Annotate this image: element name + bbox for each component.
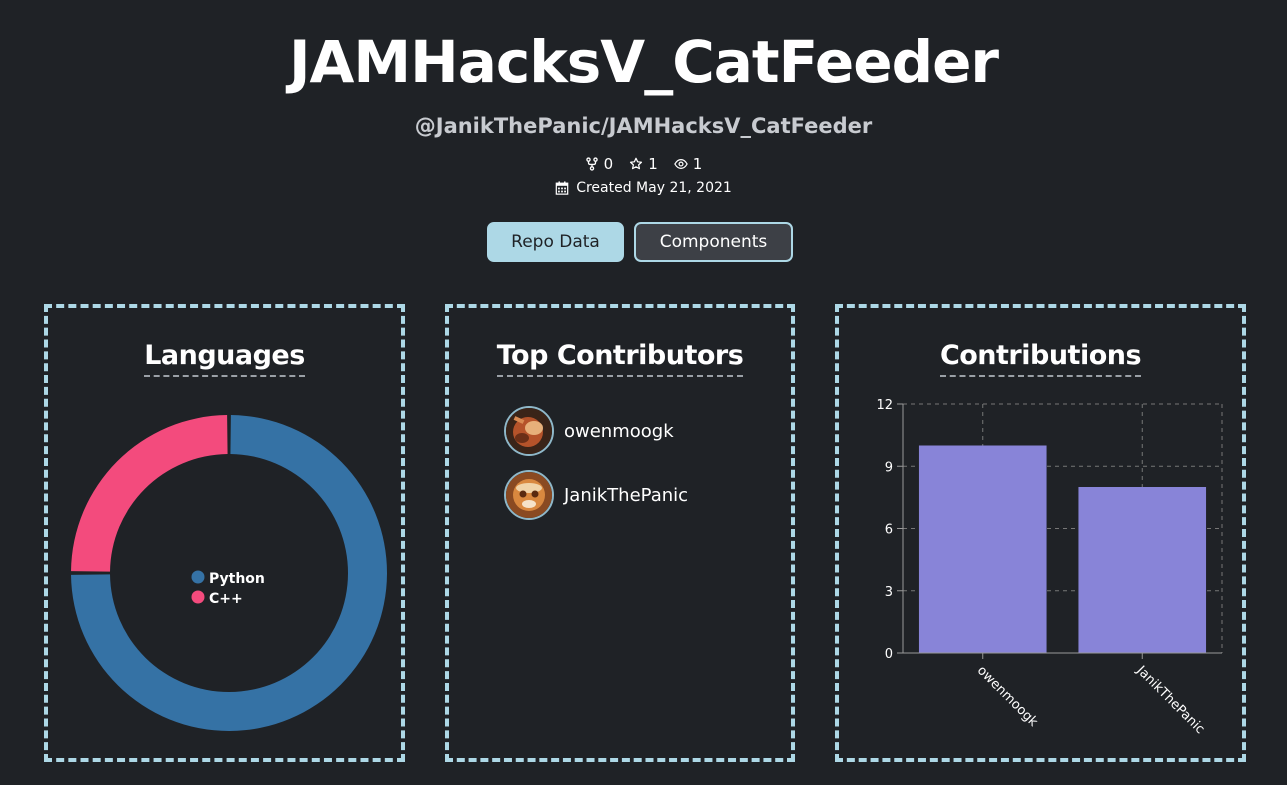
contributor-item[interactable]: JanikThePanic [504, 470, 688, 520]
bar-janikthepanic[interactable] [1078, 487, 1207, 653]
y-tick-label: 3 [885, 585, 893, 600]
tab-repo-data[interactable]: Repo Data [487, 222, 624, 262]
y-tick-label: 9 [885, 460, 893, 475]
stars-count: 1 [648, 155, 658, 173]
repo-full-name: @JanikThePanic/JAMHacksV_CatFeeder [414, 114, 873, 138]
fork-icon [585, 157, 598, 171]
star-icon [630, 157, 643, 170]
calendar-icon [555, 181, 569, 195]
legend-label: Python [209, 571, 265, 587]
legend-label: C++ [209, 591, 243, 607]
pie-slice-c[interactable] [71, 415, 228, 572]
bar-owenmoogk[interactable] [918, 445, 1047, 654]
contributions-panel: Contributions 0 3 6 9 12 owenmoogk JanikThePan… [835, 304, 1246, 762]
top-contributors-heading: Top Contributors [496, 340, 744, 377]
x-tick-label: JanikThePanic [1133, 663, 1208, 738]
contributor-name[interactable]: JanikThePanic [564, 485, 688, 506]
repo-title: JAMHacksV_CatFeeder [288, 28, 999, 96]
y-tick-label: 6 [885, 523, 893, 538]
y-tick-label: 0 [885, 647, 893, 662]
contributor-avatar [504, 406, 554, 456]
forks-stat: 0 [585, 155, 614, 173]
watchers-stat: 1 [673, 155, 703, 173]
languages-panel: Languages Python C++ [44, 304, 405, 762]
contributor-item[interactable]: owenmoogk [504, 406, 674, 456]
contributions-bar-chart: 0 3 6 9 12 owenmoogk JanikThePanic [876, 398, 1223, 738]
repo-stats: 0 1 1 [0, 155, 1287, 173]
forks-count: 0 [603, 155, 614, 173]
created-text: Created May 21, 2021 [576, 180, 732, 196]
legend-swatch [191, 590, 205, 604]
y-tick-label: 12 [876, 398, 893, 413]
tab-components[interactable]: Components [634, 222, 793, 262]
legend-swatch [191, 570, 205, 584]
x-tick-label: owenmoogk [974, 663, 1041, 730]
stars-stat: 1 [629, 155, 658, 173]
contributor-name[interactable]: owenmoogk [564, 421, 674, 442]
contributor-avatar [504, 470, 554, 520]
top-contributors-panel: Top Contributors owenmoogk JanikThePanic [445, 304, 795, 762]
created-date: Created May 21, 2021 [0, 180, 1287, 196]
watchers-count: 1 [692, 155, 703, 173]
languages-donut-chart: Python C++ [71, 415, 388, 731]
eye-icon [673, 159, 688, 169]
